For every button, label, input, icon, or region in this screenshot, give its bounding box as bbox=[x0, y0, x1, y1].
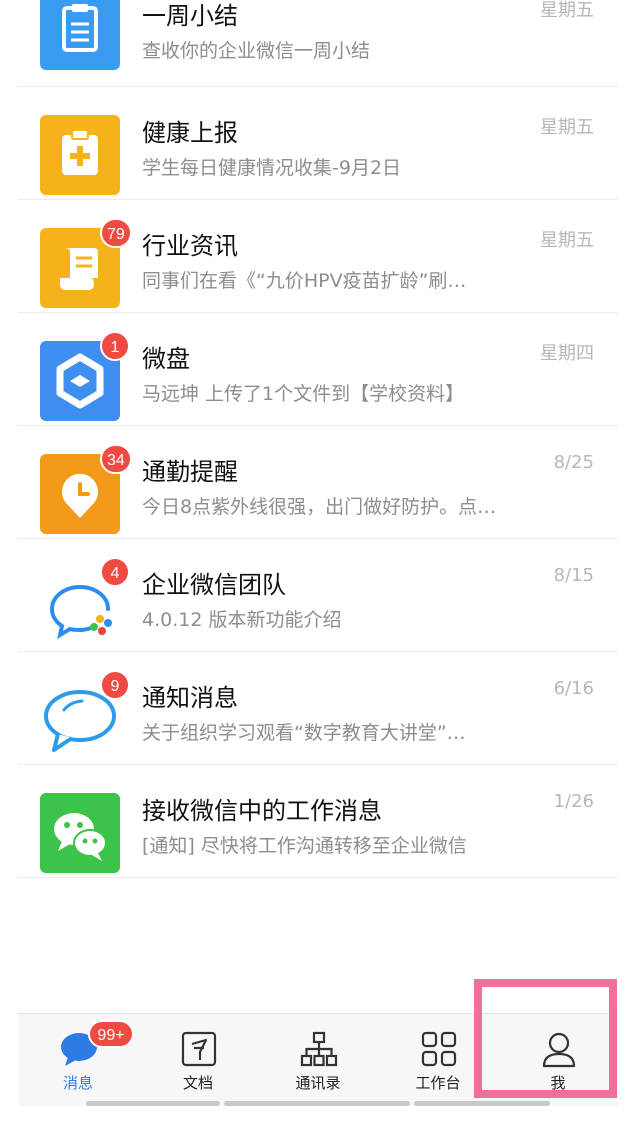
message-item-weipan[interactable]: 1 微盘 马远坤 上传了1个文件到【学校资料】 星期四 bbox=[18, 313, 618, 426]
message-preview: 同事们在看《“九价HPV疫苗扩龄”刷… bbox=[142, 270, 467, 292]
message-preview: 学生每日健康情况收集-9月2日 bbox=[142, 157, 402, 179]
wecom-logo-icon: 4 bbox=[40, 557, 130, 647]
message-title: 接收微信中的工作消息 bbox=[142, 797, 382, 825]
message-item-commute-reminder[interactable]: 34 通勤提醒 今日8点紫外线很强，出门做好防护。点… 8/25 bbox=[18, 426, 618, 539]
weipan-icon: 1 bbox=[40, 331, 130, 421]
message-title: 通勤提醒 bbox=[142, 458, 238, 486]
scroll-indicator bbox=[86, 1101, 220, 1106]
scroll-indicator bbox=[414, 1101, 550, 1106]
message-title: 行业资讯 bbox=[142, 232, 238, 260]
message-preview: 查收你的企业微信一周小结 bbox=[142, 40, 371, 62]
message-time: 1/26 bbox=[553, 791, 594, 812]
message-preview: 马远坤 上传了1个文件到【学校资料】 bbox=[142, 383, 465, 405]
highlight-box bbox=[474, 979, 617, 1098]
message-time: 6/16 bbox=[553, 678, 594, 699]
message-item-wechat-work-messages[interactable]: 接收微信中的工作消息 [通知] 尽快将工作沟通转移至企业微信 1/26 bbox=[18, 765, 618, 878]
tab-label: 文档 bbox=[182, 1074, 213, 1092]
org-chart-icon bbox=[300, 1031, 338, 1067]
wechat-icon bbox=[40, 793, 120, 873]
unread-badge: 9 bbox=[100, 670, 130, 700]
unread-badge: 34 bbox=[100, 444, 132, 474]
unread-badge: 99+ bbox=[88, 1020, 134, 1048]
clipboard-icon bbox=[40, 0, 120, 70]
message-time: 星期五 bbox=[540, 117, 594, 138]
message-time: 8/15 bbox=[553, 565, 594, 586]
unread-badge: 4 bbox=[100, 557, 130, 587]
message-preview: [通知] 尽快将工作沟通转移至企业微信 bbox=[142, 835, 467, 857]
tab-label: 通讯录 bbox=[295, 1074, 341, 1092]
message-item-wecom-team[interactable]: 4 企业微信团队 4.0.12 版本新功能介绍 8/15 bbox=[18, 539, 618, 652]
message-title: 通知消息 bbox=[142, 684, 238, 712]
message-title: 一周小结 bbox=[142, 2, 238, 30]
tab-messages[interactable]: 99+ 消息 bbox=[18, 1014, 138, 1106]
scroll-indicator bbox=[224, 1101, 410, 1106]
message-list-page: 一周小结 查收你的企业微信一周小结 星期五 健康上报 学生每日健康情况收集-9月… bbox=[0, 0, 637, 1123]
health-report-icon bbox=[40, 115, 120, 195]
message-preview: 4.0.12 版本新功能介绍 bbox=[142, 609, 342, 631]
message-preview: 今日8点紫外线很强，出门做好防护。点… bbox=[142, 496, 497, 518]
grid-icon bbox=[421, 1031, 457, 1067]
message-preview: 关于组织学习观看“数字教育大讲堂”… bbox=[142, 722, 466, 744]
unread-badge: 1 bbox=[100, 331, 130, 361]
message-title: 微盘 bbox=[142, 345, 190, 373]
commute-clock-icon: 34 bbox=[40, 444, 132, 534]
message-item-health-report[interactable]: 健康上报 学生每日健康情况收集-9月2日 星期五 bbox=[18, 87, 618, 200]
tab-documents[interactable]: 文档 bbox=[138, 1014, 258, 1106]
news-scroll-icon: 79 bbox=[40, 218, 132, 308]
message-list: 一周小结 查收你的企业微信一周小结 星期五 健康上报 学生每日健康情况收集-9月… bbox=[18, 0, 618, 878]
message-time: 星期五 bbox=[540, 0, 594, 21]
message-item-industry-news[interactable]: 79 行业资讯 同事们在看《“九价HPV疫苗扩龄”刷… 星期五 bbox=[18, 200, 618, 313]
unread-badge: 79 bbox=[100, 218, 132, 248]
tab-contacts[interactable]: 通讯录 bbox=[258, 1014, 378, 1106]
message-item-notifications[interactable]: 9 通知消息 关于组织学习观看“数字教育大讲堂”… 6/16 bbox=[18, 652, 618, 765]
message-time: 星期五 bbox=[540, 230, 594, 251]
message-time: 星期四 bbox=[540, 343, 594, 364]
message-title: 企业微信团队 bbox=[142, 571, 286, 599]
message-item-weekly-summary[interactable]: 一周小结 查收你的企业微信一周小结 星期五 bbox=[18, 0, 618, 87]
document-icon bbox=[181, 1031, 217, 1067]
speech-bubble-icon: 9 bbox=[40, 670, 130, 760]
message-time: 8/25 bbox=[553, 452, 594, 473]
message-title: 健康上报 bbox=[142, 119, 238, 147]
tab-label: 消息 bbox=[62, 1074, 93, 1092]
